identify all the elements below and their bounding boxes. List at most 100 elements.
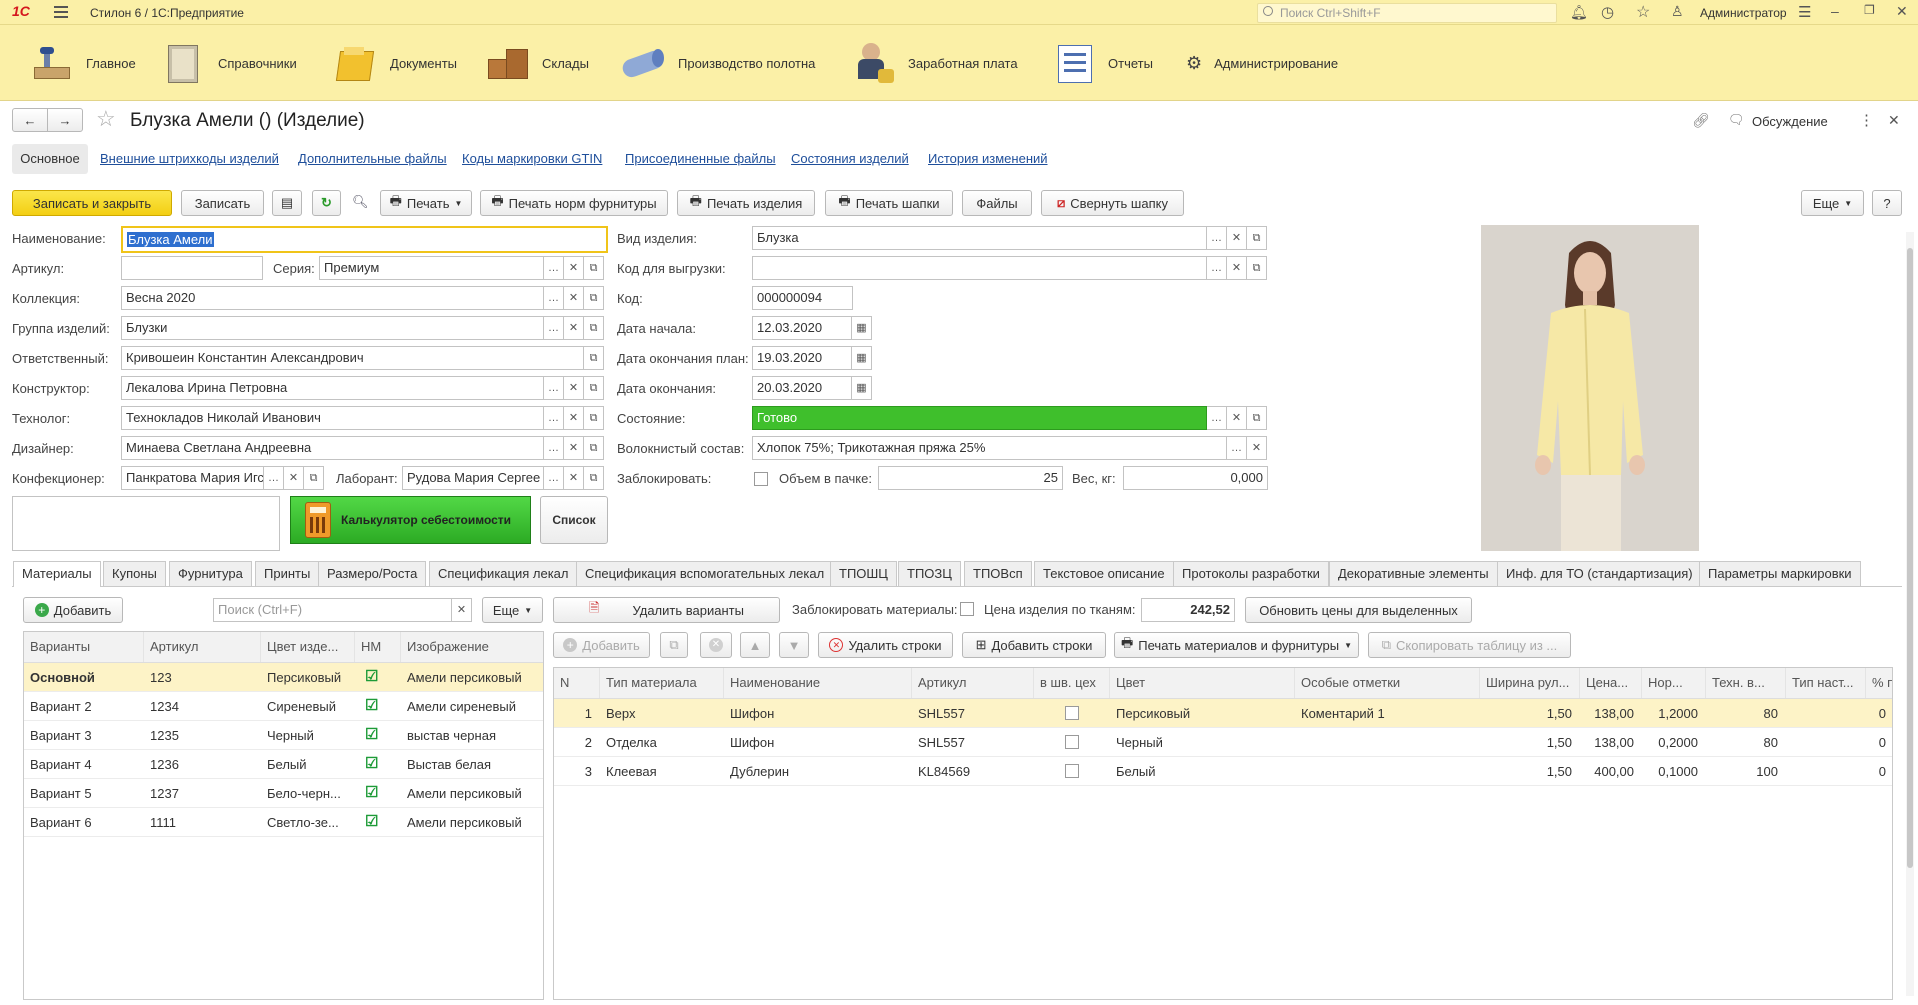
technologist-open-button[interactable]: ⧉ xyxy=(584,406,604,430)
group-clear-button[interactable]: ✕ xyxy=(564,316,584,340)
technologist-clear-button[interactable]: ✕ xyxy=(564,406,584,430)
refresh-button[interactable]: ↻ xyxy=(312,190,341,216)
group-field[interactable]: Блузки xyxy=(121,316,544,340)
forward-button[interactable]: → xyxy=(47,108,83,132)
responsible-open-button[interactable]: ⧉ xyxy=(584,346,604,370)
table-row[interactable]: Вариант 6 1111 Светло-зе... Амели персиковы… xyxy=(24,808,543,837)
list-view-button[interactable]: ▤ xyxy=(272,190,302,216)
confectioner-open-button[interactable]: ⧉ xyxy=(304,466,324,490)
price-field[interactable]: 242,52 xyxy=(1141,598,1235,622)
confectioner-clear-button[interactable]: ✕ xyxy=(284,466,304,490)
print-item-button[interactable]: 🖶︎ Печать изделия xyxy=(677,190,815,216)
product-image[interactable] xyxy=(1481,225,1699,551)
block-materials-checkbox[interactable] xyxy=(960,602,974,616)
type-open-button[interactable]: ⧉ xyxy=(1247,226,1267,250)
add-material-button[interactable]: + Добавить xyxy=(553,632,650,658)
history-icon[interactable]: ◷ xyxy=(1601,3,1614,21)
scrollbar-thumb[interactable] xyxy=(1907,248,1913,868)
confectioner-select-button[interactable]: … xyxy=(264,466,284,490)
section-main[interactable]: Главное xyxy=(30,35,136,91)
save-button[interactable]: Записать xyxy=(181,190,264,216)
confectioner-field[interactable]: Панкратова Мария Игс xyxy=(121,466,264,490)
table-row[interactable]: Вариант 2 1234 Сиреневый Амели сиреневый ☑ xyxy=(24,692,543,721)
help-button[interactable]: ? xyxy=(1872,190,1902,216)
start-date-calendar-icon[interactable]: ▦ xyxy=(852,316,872,340)
series-select-button[interactable]: … xyxy=(544,256,564,280)
constructor-open-button[interactable]: ⧉ xyxy=(584,376,604,400)
name-field[interactable]: Блузка Амели xyxy=(121,226,608,253)
collection-select-button[interactable]: … xyxy=(544,286,564,310)
star-icon[interactable]: ☆ xyxy=(1636,2,1650,22)
table-row[interactable]: Вариант 4 1236 Белый Выстав белая ☑ xyxy=(24,750,543,779)
section-salary[interactable]: Заработная плата xyxy=(852,35,1018,91)
section-reports[interactable]: Отчеты xyxy=(1052,35,1153,91)
files-button[interactable]: Файлы xyxy=(962,190,1032,216)
restore-icon[interactable]: ❐ xyxy=(1864,3,1875,17)
tab-tposhc[interactable]: ТПОШЦ xyxy=(830,561,897,586)
tab-aux-pattern-spec[interactable]: Спецификация вспомогательных лекал xyxy=(576,561,834,586)
print-header-button[interactable]: 🖶︎ Печать шапки xyxy=(825,190,953,216)
type-field[interactable]: Блузка xyxy=(752,226,1207,250)
section-fabric-production[interactable]: Производство полотна xyxy=(620,35,815,91)
constructor-select-button[interactable]: … xyxy=(544,376,564,400)
nm-checked-icon[interactable]: ☑ xyxy=(365,667,378,685)
series-open-button[interactable]: ⧉ xyxy=(584,256,604,280)
search-input[interactable]: Поиск Ctrl+Shift+F xyxy=(1280,6,1381,20)
nm-checked-icon[interactable]: ☑ xyxy=(365,783,378,801)
bell-icon[interactable]: 🔔︎ xyxy=(1570,4,1588,21)
sewing-shop-checkbox[interactable] xyxy=(1065,764,1079,778)
export-code-clear-button[interactable]: ✕ xyxy=(1227,256,1247,280)
tab-states[interactable]: Состояния изделий xyxy=(791,151,909,166)
designer-field[interactable]: Минаева Светлана Андреевна xyxy=(121,436,544,460)
discussion-icon[interactable]: 🗨︎ xyxy=(1728,112,1745,128)
app-logo[interactable]: 1С xyxy=(12,3,30,19)
tab-size-height[interactable]: Размеро/Роста xyxy=(318,561,427,586)
sewing-shop-checkbox[interactable] xyxy=(1065,706,1079,720)
tab-tpovsp[interactable]: ТПОВсп xyxy=(964,561,1032,586)
table-row[interactable]: Вариант 5 1237 Бело-черн... Амели персиковы… xyxy=(24,779,543,808)
state-clear-button[interactable]: ✕ xyxy=(1227,406,1247,430)
weight-field[interactable]: 0,000 xyxy=(1123,466,1268,490)
tab-additional-files[interactable]: Дополнительные файлы xyxy=(298,151,447,166)
start-date-field[interactable]: 12.03.2020 xyxy=(752,316,852,340)
section-documents[interactable]: Документы xyxy=(334,35,457,91)
lab-select-button[interactable]: … xyxy=(544,466,564,490)
tab-history[interactable]: История изменений xyxy=(928,151,1048,166)
constructor-field[interactable]: Лекалова Ирина Петровна xyxy=(121,376,544,400)
save-close-button[interactable]: Записать и закрыть xyxy=(12,190,172,216)
tab-text-description[interactable]: Текстовое описание xyxy=(1034,561,1174,586)
search-doc-icon[interactable]: 🔍︎ xyxy=(352,194,369,210)
export-code-select-button[interactable]: … xyxy=(1207,256,1227,280)
nm-checked-icon[interactable]: ☑ xyxy=(365,725,378,743)
collection-clear-button[interactable]: ✕ xyxy=(564,286,584,310)
pack-field[interactable]: 25 xyxy=(878,466,1063,490)
block-checkbox[interactable] xyxy=(754,472,768,486)
delete-row-button[interactable]: ✕ xyxy=(700,632,732,658)
designer-clear-button[interactable]: ✕ xyxy=(564,436,584,460)
fiber-select-button[interactable]: … xyxy=(1227,436,1247,460)
print-button[interactable]: 🖶︎ Печать ▼ xyxy=(380,190,472,216)
plan-end-field[interactable]: 19.03.2020 xyxy=(752,346,852,370)
group-open-button[interactable]: ⧉ xyxy=(584,316,604,340)
tab-prints[interactable]: Принты xyxy=(255,561,320,586)
back-button[interactable]: ← xyxy=(12,108,48,132)
series-field[interactable]: Премиум xyxy=(319,256,544,280)
add-variant-button[interactable]: + Добавить xyxy=(23,597,123,623)
tab-pattern-spec[interactable]: Спецификация лекал xyxy=(429,561,578,586)
sewing-shop-checkbox[interactable] xyxy=(1065,735,1079,749)
series-clear-button[interactable]: ✕ xyxy=(564,256,584,280)
user-name[interactable]: Администратор xyxy=(1700,6,1787,20)
technologist-select-button[interactable]: … xyxy=(544,406,564,430)
tab-fittings[interactable]: Фурнитура xyxy=(169,561,252,586)
update-prices-button[interactable]: Обновить цены для выделенных xyxy=(1245,597,1472,623)
export-code-field[interactable] xyxy=(752,256,1207,280)
collection-field[interactable]: Весна 2020 xyxy=(121,286,544,310)
type-select-button[interactable]: … xyxy=(1207,226,1227,250)
designer-open-button[interactable]: ⧉ xyxy=(584,436,604,460)
tab-to-info[interactable]: Инф. для ТО (стандартизация) xyxy=(1497,561,1702,586)
close-form-icon[interactable]: ✕ xyxy=(1888,112,1900,129)
variants-more-button[interactable]: Еще ▼ xyxy=(482,597,543,623)
nm-checked-icon[interactable]: ☑ xyxy=(365,754,378,772)
add-rows-button[interactable]: ⊞ Добавить строки xyxy=(962,632,1106,658)
lab-clear-button[interactable]: ✕ xyxy=(564,466,584,490)
